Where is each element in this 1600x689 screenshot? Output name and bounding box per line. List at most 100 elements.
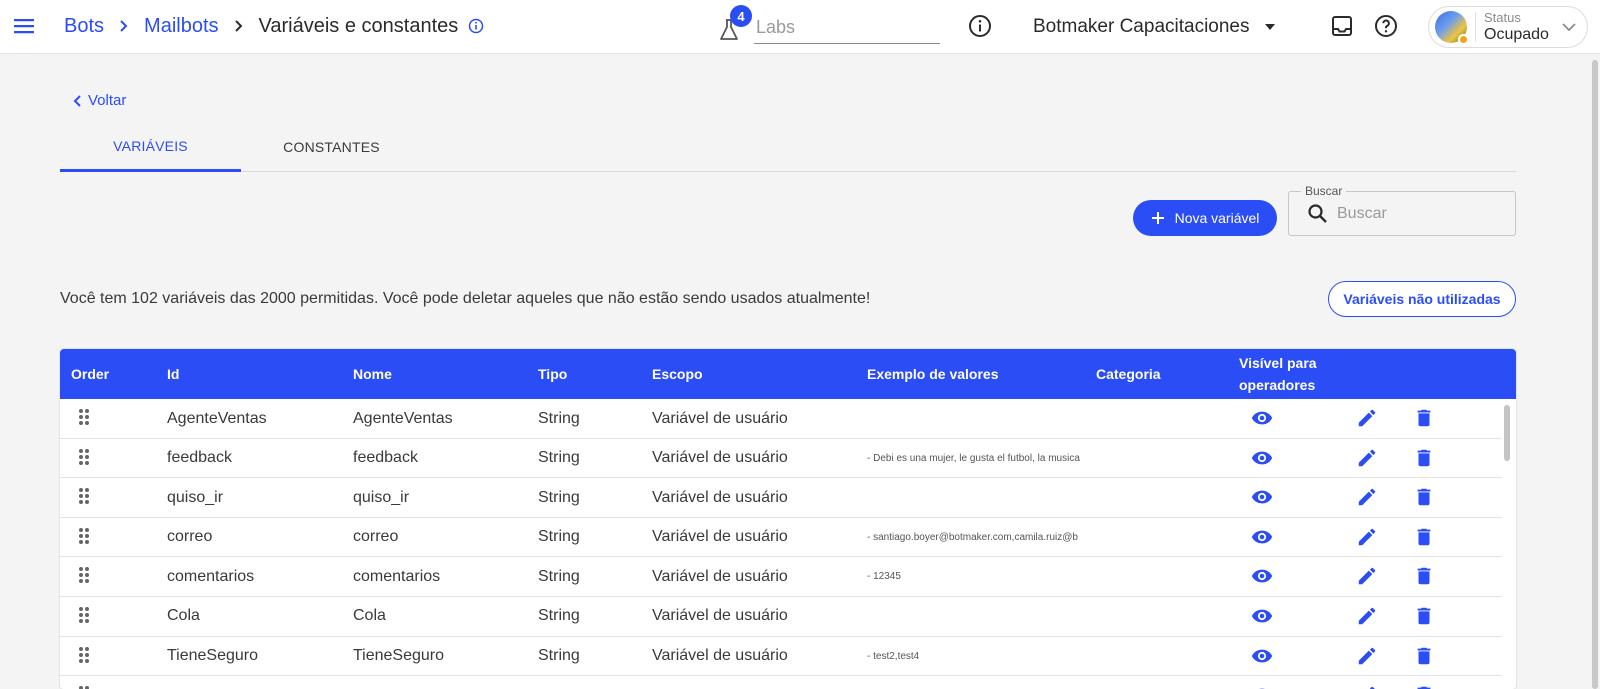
eye-icon[interactable] (1251, 565, 1273, 592)
edit-icon[interactable] (1356, 565, 1378, 592)
eye-icon[interactable] (1251, 447, 1273, 474)
labs-search: 4 (718, 5, 940, 44)
search-field: Buscar (1288, 184, 1516, 236)
delete-icon[interactable] (1413, 605, 1435, 632)
top-bar: Bots Mailbots Variáveis e constantes 4 B… (0, 0, 1600, 54)
edit-icon[interactable] (1356, 447, 1378, 474)
delete-icon[interactable] (1413, 526, 1435, 553)
delete-icon[interactable] (1413, 565, 1435, 592)
cell-exemplo: - test2,test4 (867, 650, 920, 662)
tab-constantes[interactable]: CONSTANTES (241, 122, 422, 172)
avatar (1435, 11, 1469, 45)
drag-handle-icon[interactable] (77, 566, 91, 591)
info-icon[interactable] (968, 14, 992, 43)
eye-icon[interactable] (1251, 407, 1273, 434)
page-scrollbar[interactable] (1592, 60, 1598, 689)
breadcrumb-bots[interactable]: Bots (64, 15, 104, 38)
table-row: quiso_ir quiso_ir String Variável de usu… (60, 478, 1502, 518)
unused-variables-button[interactable]: Variáveis não utilizadas (1328, 281, 1516, 317)
search-legend: Buscar (1301, 184, 1347, 198)
cell-exemplo: - santiago.boyer@botmaker.com,camila.rui… (867, 531, 1078, 543)
eye-icon[interactable] (1251, 486, 1273, 513)
drag-handle-icon[interactable] (77, 408, 91, 433)
delete-icon[interactable] (1413, 407, 1435, 434)
variables-count-text: Você tem 102 variáveis das 2000 permitid… (60, 290, 871, 307)
new-variable-label: Nova variável (1174, 210, 1260, 226)
drag-handle-icon[interactable] (77, 685, 91, 689)
table-row (60, 676, 1502, 689)
search-input[interactable] (1337, 200, 1505, 228)
chevron-left-icon (73, 94, 81, 107)
eye-icon[interactable] (1251, 526, 1273, 553)
cell-id: AgenteVentas (167, 409, 267, 427)
menu-icon[interactable] (12, 14, 36, 38)
page-scroll-thumb[interactable] (1592, 60, 1598, 689)
status-selector[interactable]: Status Ocupado (1428, 6, 1588, 48)
tab-variaveis[interactable]: VARIÁVEIS (60, 122, 241, 172)
delete-icon[interactable] (1413, 684, 1435, 689)
header-nome[interactable]: Nome (353, 349, 392, 399)
cell-id: Cola (167, 607, 200, 625)
drag-handle-icon[interactable] (77, 646, 91, 671)
chevron-down-icon (1561, 19, 1577, 40)
header-visible-line1: Visível para (1239, 355, 1317, 371)
help-icon[interactable] (1374, 14, 1398, 43)
table-row: feedback feedback String Variável de usu… (60, 439, 1502, 479)
header-exemplo[interactable]: Exemplo de valores (867, 349, 999, 399)
cell-tipo: String (538, 409, 580, 427)
cell-id: quiso_ir (167, 488, 224, 506)
cell-id: feedback (167, 449, 232, 467)
cell-exemplo (867, 478, 1087, 517)
edit-icon[interactable] (1356, 605, 1378, 632)
cell-tipo: String (538, 567, 580, 585)
header-order[interactable]: Order (71, 349, 109, 399)
table-row: Cola Cola String Variável de usuário (60, 597, 1502, 637)
cell-escopo: Variável de usuário (652, 409, 788, 427)
drag-handle-icon[interactable] (77, 606, 91, 631)
edit-icon[interactable] (1356, 684, 1378, 689)
edit-icon[interactable] (1356, 526, 1378, 553)
caret-down-icon (1264, 23, 1276, 31)
cell-tipo: String (538, 449, 580, 467)
drag-handle-icon[interactable] (77, 487, 91, 512)
edit-icon[interactable] (1356, 486, 1378, 513)
cell-tipo: String (538, 647, 580, 665)
cell-id: comentarios (167, 567, 255, 585)
table-row: AgenteVentas AgenteVentas String Variáve… (60, 399, 1502, 439)
inbox-icon[interactable] (1330, 14, 1354, 43)
edit-icon[interactable] (1356, 407, 1378, 434)
eye-icon[interactable] (1251, 645, 1273, 672)
labs-input[interactable] (754, 12, 940, 44)
cell-id: correo (167, 528, 213, 546)
cell-nome: feedback (353, 449, 418, 467)
cell-nome: comentarios (353, 567, 441, 585)
info-icon[interactable] (468, 18, 484, 34)
table-header: Order Id Nome Tipo Escopo Exemplo de val… (60, 349, 1516, 399)
delete-icon[interactable] (1413, 645, 1435, 672)
cell-escopo: Variável de usuário (652, 488, 788, 506)
table-row: comentarios comentarios String Variável … (60, 557, 1502, 597)
eye-icon[interactable] (1251, 684, 1273, 689)
table-scroll-thumb[interactable] (1504, 405, 1510, 461)
header-escopo[interactable]: Escopo (652, 349, 703, 399)
edit-icon[interactable] (1356, 645, 1378, 672)
new-variable-button[interactable]: Nova variável (1133, 200, 1277, 236)
breadcrumb-mailbots[interactable]: Mailbots (144, 15, 218, 38)
header-tipo[interactable]: Tipo (538, 349, 567, 399)
back-link[interactable]: Voltar (72, 92, 126, 109)
cell-nome: TieneSeguro (353, 647, 445, 665)
chevron-right-icon (233, 18, 245, 34)
delete-icon[interactable] (1413, 486, 1435, 513)
table-scrollbar[interactable] (1504, 405, 1510, 685)
drag-handle-icon[interactable] (77, 527, 91, 552)
account-selector[interactable]: Botmaker Capacitaciones (1033, 14, 1276, 40)
drag-handle-icon[interactable] (77, 448, 91, 473)
table-body: AgenteVentas AgenteVentas String Variáve… (60, 399, 1502, 689)
header-visible-line2: operadores (1239, 377, 1316, 393)
header-visible[interactable]: Visível para operadores (1239, 349, 1317, 399)
header-id[interactable]: Id (167, 349, 179, 399)
delete-icon[interactable] (1413, 447, 1435, 474)
cell-tipo: String (538, 607, 580, 625)
header-categoria[interactable]: Categoria (1096, 349, 1161, 399)
eye-icon[interactable] (1251, 605, 1273, 632)
